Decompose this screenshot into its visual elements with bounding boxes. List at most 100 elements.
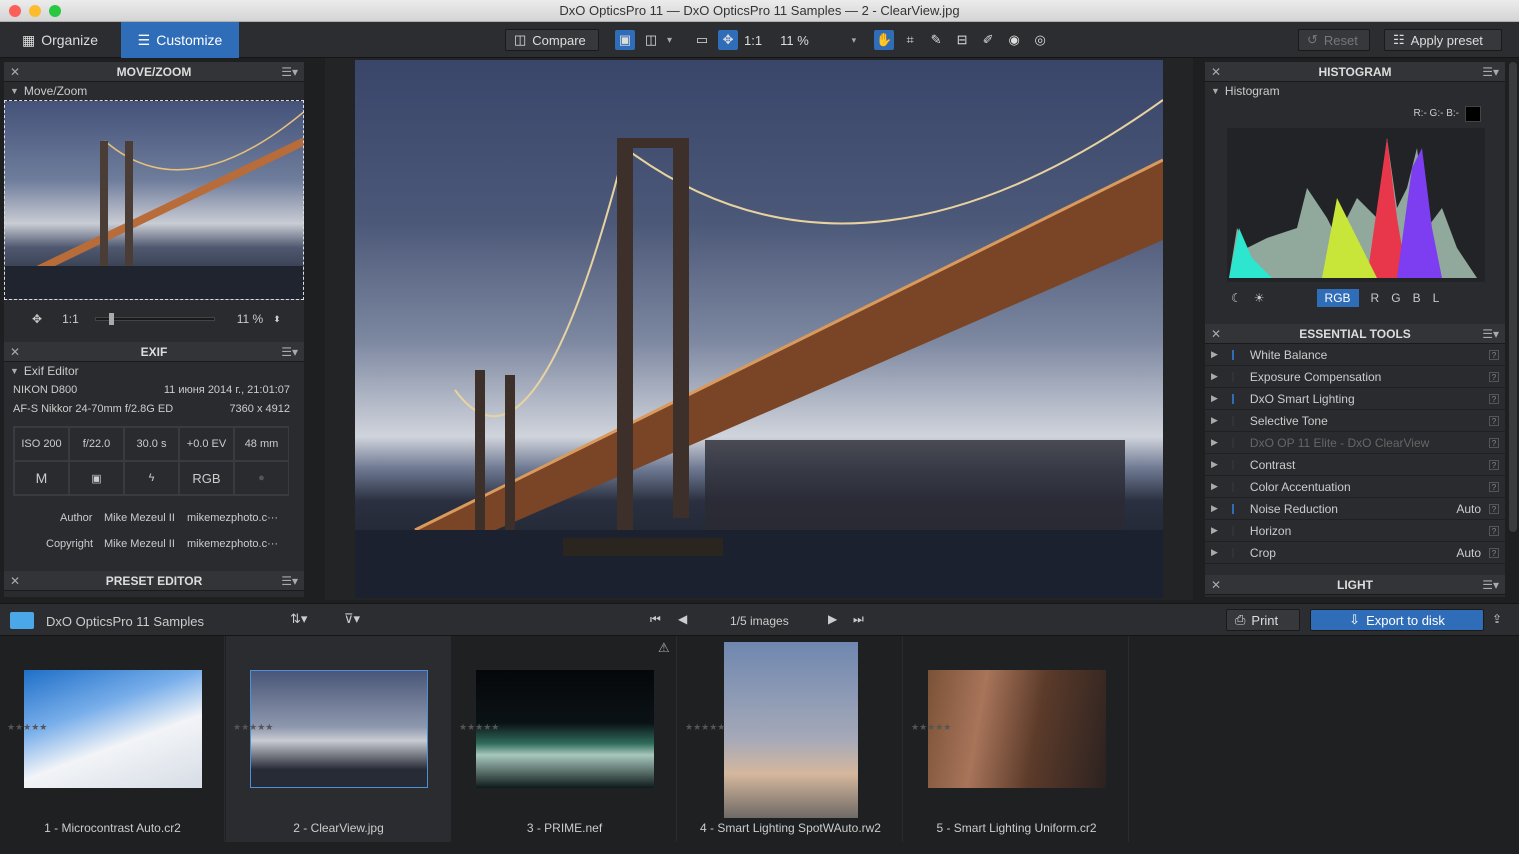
help-icon[interactable]: ? <box>1489 349 1499 360</box>
rating-stars[interactable]: ★★★★★ <box>7 722 47 732</box>
help-icon[interactable]: ? <box>1489 415 1499 426</box>
thumbnail-3[interactable]: ⚠ ★★★★★ 3 - PRIME.nef <box>452 636 677 842</box>
horizon-icon[interactable]: ⊟ <box>952 30 972 50</box>
close-icon[interactable]: ✕ <box>1211 578 1221 592</box>
help-icon[interactable]: ? <box>1489 503 1499 514</box>
menu-icon[interactable]: ☰▾ <box>281 345 298 359</box>
tool-toggle[interactable] <box>1231 437 1244 448</box>
tool-toggle[interactable] <box>1231 459 1244 470</box>
close-icon[interactable]: ✕ <box>1211 65 1221 79</box>
crop-icon[interactable]: ⌗ <box>900 30 920 50</box>
move-icon[interactable]: ✥ <box>32 312 42 326</box>
fit-screen-icon[interactable]: ▭ <box>692 30 712 50</box>
minimize-window-button[interactable] <box>29 5 41 17</box>
sun-icon[interactable]: ☀ <box>1254 291 1265 305</box>
first-image-icon[interactable]: ⏮ <box>650 612 661 627</box>
thumbnail-2[interactable]: ★★★★★ 2 - ClearView.jpg <box>226 636 451 842</box>
channel-rgb[interactable]: RGB <box>1316 289 1359 307</box>
tool-color-accentuation[interactable]: ▶ Color Accentuation? <box>1205 476 1505 498</box>
help-icon[interactable]: ? <box>1489 459 1499 470</box>
moon-icon[interactable]: ☾ <box>1231 291 1242 305</box>
tool-noise-reduction[interactable]: ▶ Noise Reduction Auto? <box>1205 498 1505 520</box>
tool-smart-lighting[interactable]: ▶ DxO Smart Lighting? <box>1205 388 1505 410</box>
light-header[interactable]: ✕ LIGHT ☰▾ <box>1205 575 1505 595</box>
eyedropper-icon[interactable]: ✎ <box>926 30 946 50</box>
tab-customize[interactable]: ☰ Customize <box>121 22 239 58</box>
zoom-slider-thumb[interactable] <box>108 313 114 325</box>
help-icon[interactable]: ? <box>1489 371 1499 382</box>
author-name[interactable]: Mike Mezeul II <box>104 512 175 524</box>
tool-white-balance[interactable]: ▶ White Balance? <box>1205 344 1505 366</box>
move-zoom-subheader[interactable]: ▼ Move/Zoom <box>4 82 304 100</box>
tool-toggle[interactable] <box>1231 349 1244 360</box>
split-view-icon[interactable]: ◫ <box>641 30 661 50</box>
thumbnail-1[interactable]: ★★★★★ 1 - Microcontrast Auto.cr2 <box>0 636 225 842</box>
target-icon[interactable]: ◎ <box>1030 30 1050 50</box>
zoom-slider[interactable] <box>94 313 215 325</box>
navigator-thumbnail[interactable] <box>4 100 304 300</box>
close-icon[interactable]: ✕ <box>10 65 20 79</box>
help-icon[interactable]: ? <box>1489 481 1499 492</box>
channel-r[interactable]: R <box>1371 291 1380 305</box>
close-icon[interactable]: ✕ <box>10 574 20 588</box>
tool-toggle[interactable] <box>1231 415 1244 426</box>
close-icon[interactable]: ✕ <box>1211 327 1221 341</box>
one-to-one-button[interactable]: 1:1 <box>62 312 79 326</box>
one-to-one-button[interactable]: 1:1 <box>744 33 762 48</box>
tool-toggle[interactable] <box>1231 525 1244 536</box>
image-viewer[interactable] <box>325 58 1193 600</box>
brush-icon[interactable]: ✐ <box>978 30 998 50</box>
tool-toggle[interactable] <box>1231 481 1244 492</box>
channel-l[interactable]: L <box>1433 291 1440 305</box>
export-button[interactable]: ⇩ Export to disk <box>1310 609 1484 631</box>
zoom-select[interactable]: 11 % ▾ <box>780 29 856 51</box>
help-icon[interactable]: ? <box>1489 437 1499 448</box>
rating-stars[interactable]: ★★★★★ <box>233 722 273 732</box>
rating-stars[interactable]: ★★★★★ <box>459 722 499 732</box>
last-image-icon[interactable]: ⏭ <box>853 612 864 627</box>
tool-toggle[interactable] <box>1231 547 1244 558</box>
tool-toggle[interactable] <box>1231 393 1244 404</box>
histogram-subheader[interactable]: ▼ Histogram <box>1205 82 1505 100</box>
move-icon[interactable]: ✥ <box>718 30 739 50</box>
stepper-icon[interactable]: ⬍ <box>273 314 281 325</box>
preset-editor-header[interactable]: ✕ PRESET EDITOR ☰▾ <box>4 571 304 591</box>
copyright-name[interactable]: Mike Mezeul II <box>104 538 175 550</box>
tool-horizon[interactable]: ▶ Horizon? <box>1205 520 1505 542</box>
menu-icon[interactable]: ☰▾ <box>281 65 298 79</box>
tool-exposure-compensation[interactable]: ▶ Exposure Compensation? <box>1205 366 1505 388</box>
rating-stars[interactable]: ★★★★★ <box>685 722 725 732</box>
eye-icon[interactable]: ◉ <box>1004 30 1024 50</box>
single-view-icon[interactable]: ▣ <box>615 30 635 50</box>
help-icon[interactable]: ? <box>1489 393 1499 404</box>
exif-subheader[interactable]: ▼ Exif Editor <box>4 362 304 380</box>
author-site[interactable]: mikemezphoto.c··· <box>187 512 278 524</box>
channel-b[interactable]: B <box>1413 291 1421 305</box>
tool-selective-tone[interactable]: ▶ Selective Tone? <box>1205 410 1505 432</box>
tool-clearview[interactable]: ▶ DxO OP 11 Elite - DxO ClearView? <box>1205 432 1505 454</box>
print-button[interactable]: ⎙ Print <box>1226 609 1300 631</box>
menu-icon[interactable]: ☰▾ <box>1482 65 1499 79</box>
channel-g[interactable]: G <box>1391 291 1400 305</box>
tool-contrast[interactable]: ▶ Contrast? <box>1205 454 1505 476</box>
copyright-site[interactable]: mikemezphoto.c··· <box>187 538 278 550</box>
sort-icon[interactable]: ⇅▾ <box>290 611 307 627</box>
close-window-button[interactable] <box>9 5 21 17</box>
right-panel-scrollbar[interactable] <box>1509 62 1517 532</box>
close-icon[interactable]: ✕ <box>10 345 20 359</box>
zoom-window-button[interactable] <box>49 5 61 17</box>
thumbnail-4[interactable]: ★★★★★ 4 - Smart Lighting SpotWAuto.rw2 <box>678 636 903 842</box>
menu-icon[interactable]: ☰▾ <box>1482 327 1499 341</box>
menu-icon[interactable]: ☰▾ <box>281 574 298 588</box>
next-image-icon[interactable]: ▶ <box>828 612 837 626</box>
reset-button[interactable]: ↺ Reset <box>1298 29 1370 51</box>
menu-icon[interactable]: ☰▾ <box>1482 578 1499 592</box>
previous-image-icon[interactable]: ◀ <box>678 612 687 626</box>
chevron-down-icon[interactable]: ▾ <box>667 35 672 46</box>
help-icon[interactable]: ? <box>1489 547 1499 558</box>
tool-crop[interactable]: ▶ Crop Auto? <box>1205 542 1505 564</box>
tool-toggle[interactable] <box>1231 503 1244 514</box>
share-icon[interactable]: ⇪ <box>1492 612 1502 626</box>
apply-preset-button[interactable]: ☷ Apply preset <box>1384 29 1502 51</box>
hand-icon[interactable]: ✋ <box>874 30 895 50</box>
